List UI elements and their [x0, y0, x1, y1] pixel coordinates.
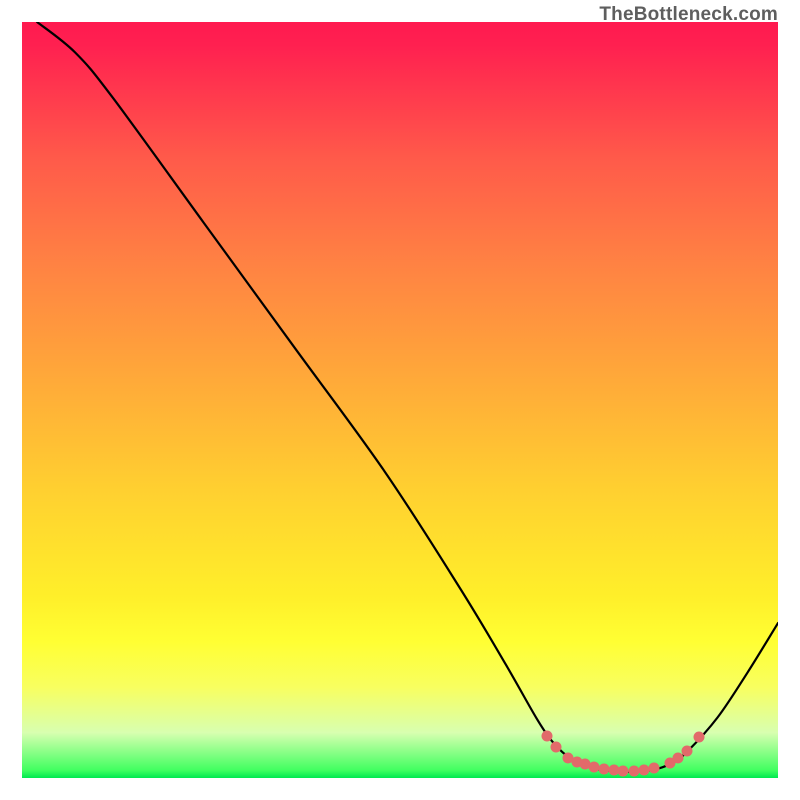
curve-layer [22, 22, 778, 778]
plot-area [22, 22, 778, 778]
curve-marker [649, 763, 660, 774]
curve-marker [618, 766, 629, 777]
curve-marker [693, 732, 704, 743]
chart-container: TheBottleneck.com [0, 0, 800, 800]
curve-marker [673, 753, 684, 764]
curve-marker [628, 766, 639, 777]
curve-marker [550, 742, 561, 753]
bottleneck-curve [37, 22, 778, 772]
curve-marker [682, 745, 693, 756]
curve-marker [542, 731, 553, 742]
curve-marker [588, 761, 599, 772]
